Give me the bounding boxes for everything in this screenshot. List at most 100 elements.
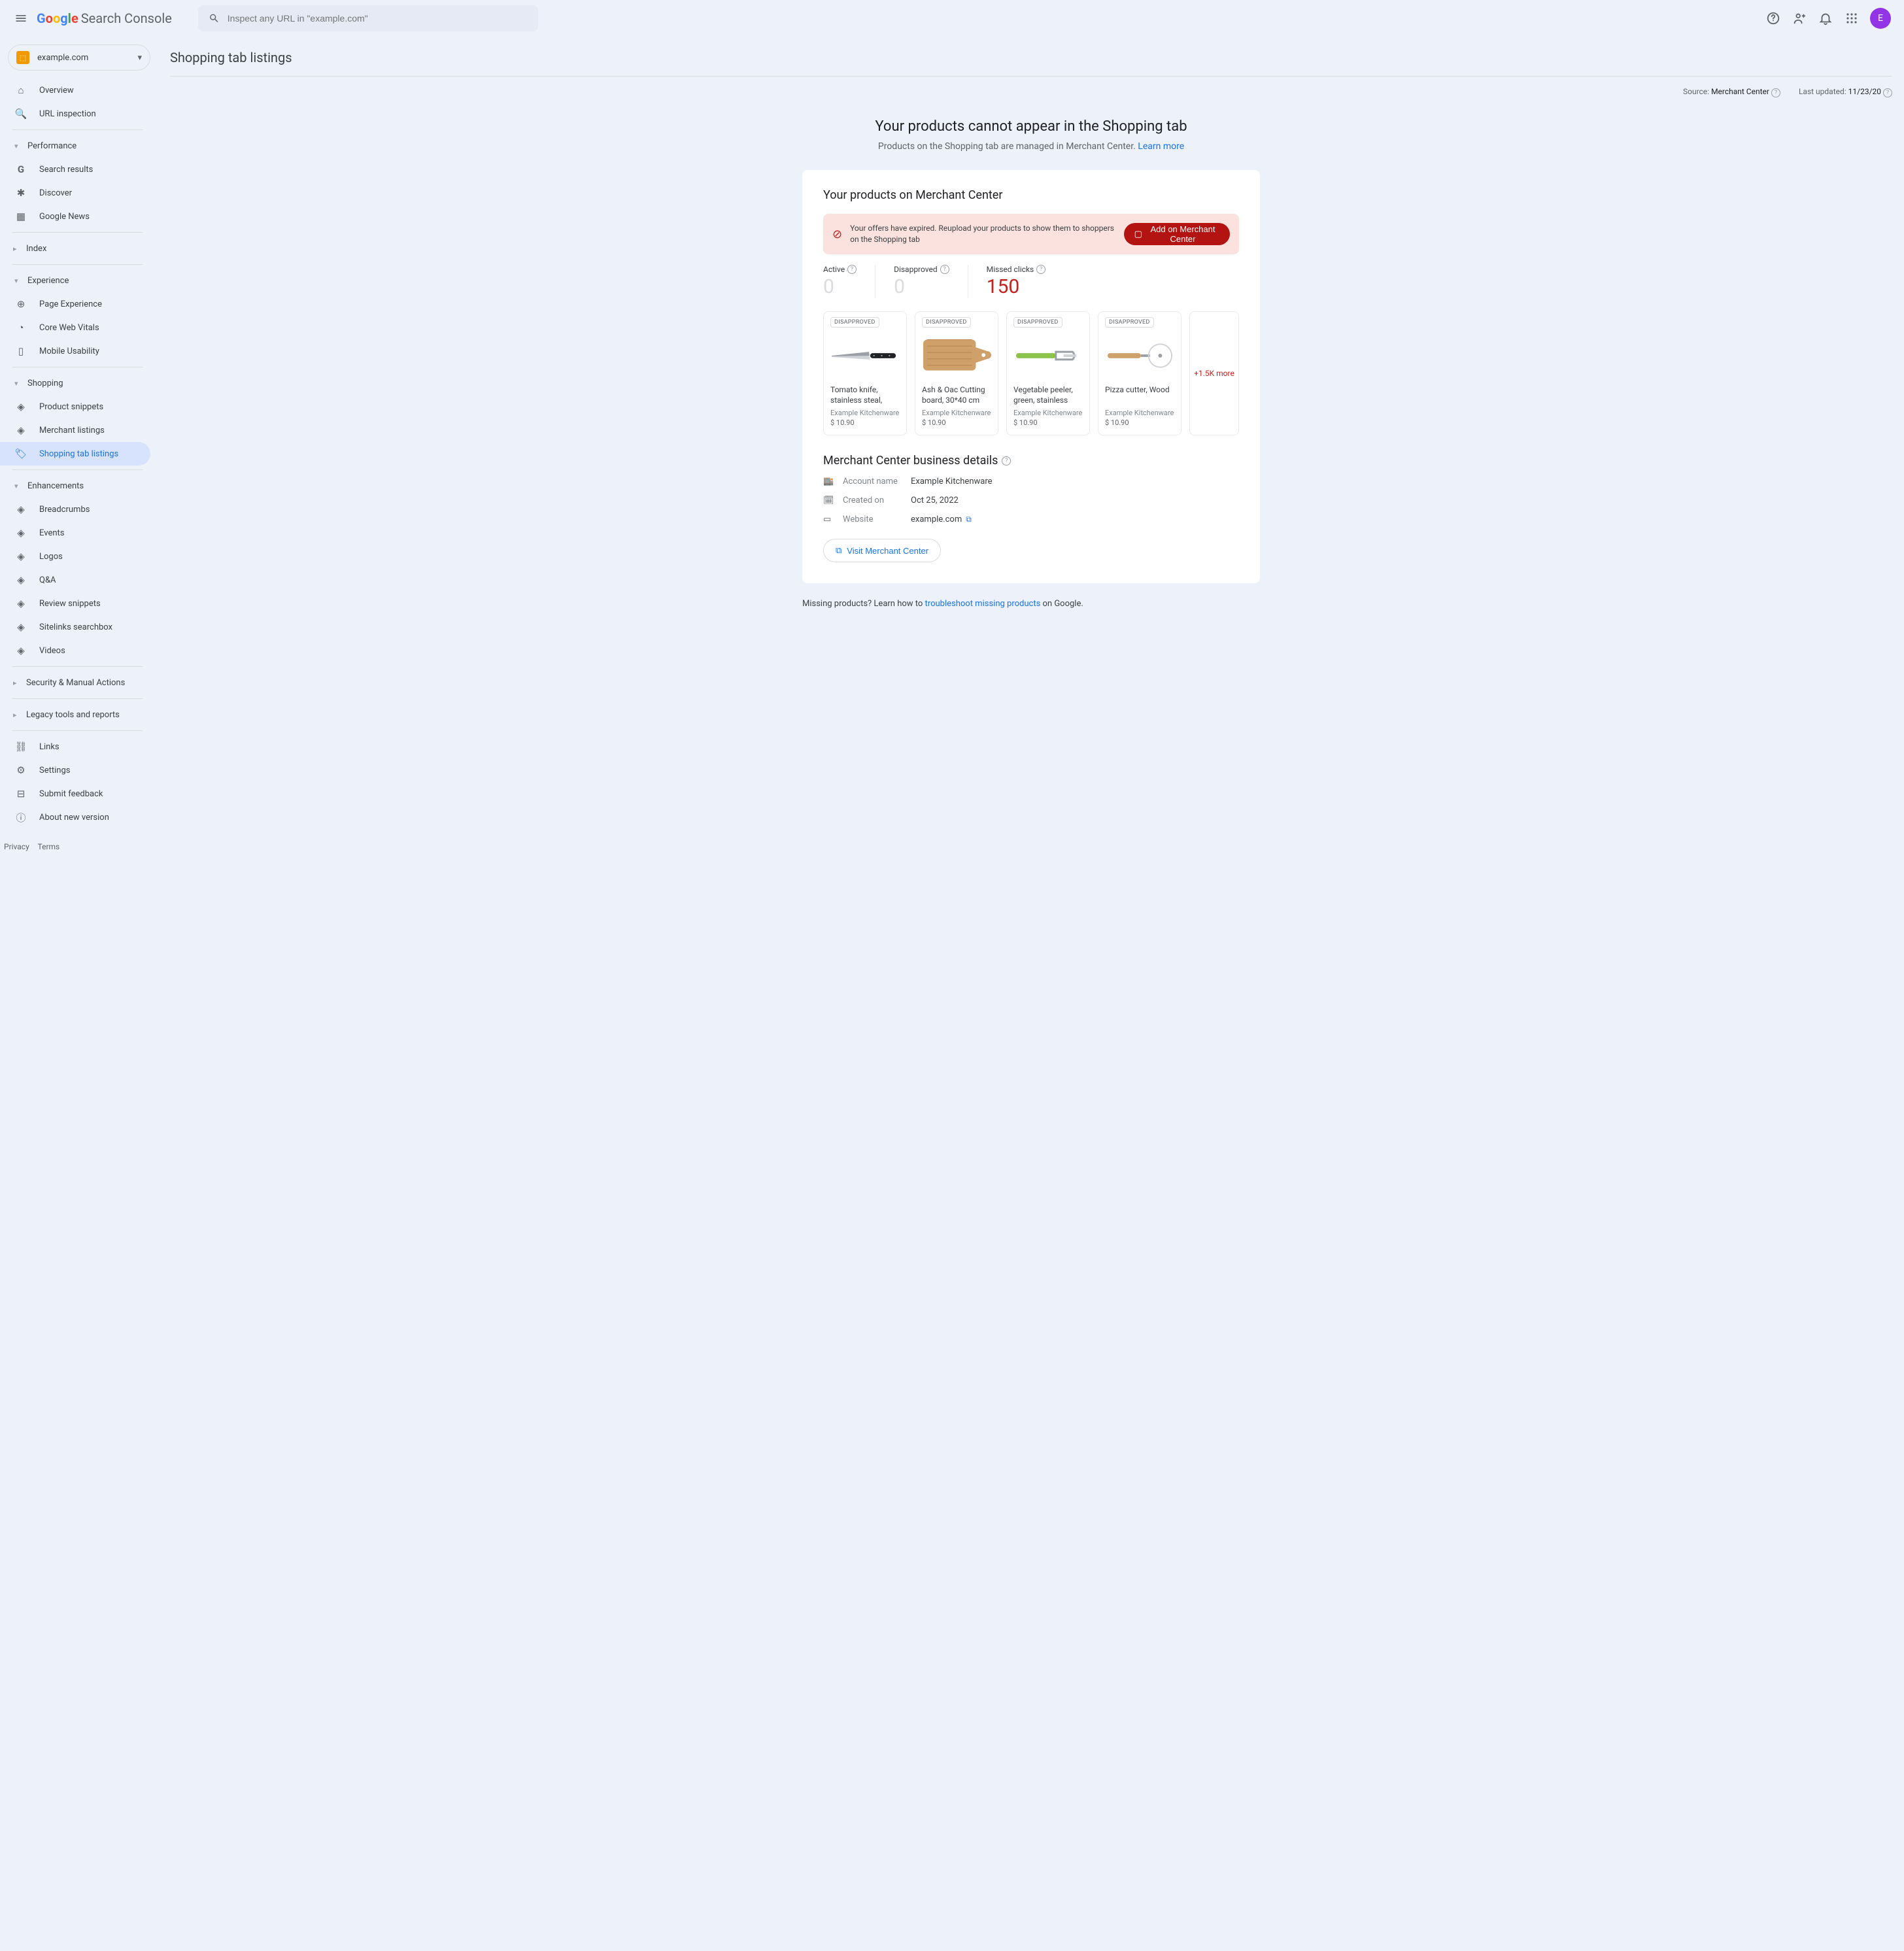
nav-group-performance[interactable]: ▾Performance [0, 134, 158, 158]
feedback-icon: ⊟ [14, 788, 27, 800]
open-external-icon: ⧉ [836, 545, 842, 556]
hero-subtitle: Products on the Shopping tab are managed… [878, 141, 1138, 152]
apps-button[interactable] [1844, 10, 1860, 26]
nav-product-snippets[interactable]: ◈Product snippets [0, 395, 150, 418]
business-details-heading: Merchant Center business details ? [823, 454, 1239, 467]
account-avatar[interactable]: E [1870, 8, 1891, 29]
chevron-right-icon: ▸ [13, 711, 22, 719]
knife-icon [830, 348, 900, 364]
product-image [1105, 330, 1174, 381]
plus-circle-icon: ⊕ [14, 298, 27, 310]
nav-submit-feedback[interactable]: ⊟Submit feedback [0, 782, 150, 806]
speed-icon: ◔ [14, 322, 27, 333]
status-badge: DISAPPROVED [830, 317, 879, 328]
status-badge: DISAPPROVED [1105, 317, 1154, 328]
product-image [1013, 330, 1083, 381]
users-button[interactable] [1792, 10, 1807, 26]
product-card[interactable]: DISAPPROVED Tomato knife, stainless stea… [823, 311, 907, 435]
product-card[interactable]: DISAPPROVED Pizza cutter, Wood Example K… [1098, 311, 1182, 435]
nav-settings[interactable]: ⚙Settings [0, 758, 150, 782]
layers-icon: ◈ [14, 424, 27, 436]
nav-qa[interactable]: ◈Q&A [0, 568, 150, 592]
help-circle-icon [1766, 11, 1780, 25]
learn-more-link[interactable]: Learn more [1138, 141, 1184, 152]
stat-active-value: 0 [823, 275, 857, 298]
notifications-button[interactable] [1818, 10, 1833, 26]
nav-group-shopping[interactable]: ▾Shopping [0, 371, 158, 395]
stat-missed-clicks: Missed clicks ? 150 [968, 265, 1064, 298]
nav-shopping-tab-listings[interactable]: 🏷Shopping tab listings [0, 442, 150, 466]
web-icon: ▭ [823, 515, 835, 524]
chevron-down-icon: ▾ [14, 277, 24, 285]
nav-about-new-version[interactable]: ⓘAbout new version [0, 806, 150, 829]
nav-merchant-listings[interactable]: ◈Merchant listings [0, 418, 150, 442]
help-button[interactable] [1765, 10, 1781, 26]
terms-link[interactable]: Terms [38, 842, 60, 851]
chevron-down-icon: ▾ [14, 482, 24, 490]
source-info: Source: Merchant Center ? [1683, 87, 1780, 97]
nav-breadcrumbs[interactable]: ◈Breadcrumbs [0, 498, 150, 521]
add-on-merchant-center-button[interactable]: ▢Add on Merchant Center [1124, 223, 1230, 245]
nav-videos[interactable]: ◈Videos [0, 639, 150, 662]
card-title: Your products on Merchant Center [823, 188, 1239, 202]
help-icon[interactable]: ? [940, 265, 949, 274]
troubleshoot-link[interactable]: troubleshoot missing products [925, 599, 1041, 609]
nav-group-experience[interactable]: ▾Experience [0, 269, 158, 292]
more-products-link[interactable]: +1.5K more [1189, 311, 1239, 435]
nav-review-snippets[interactable]: ◈Review snippets [0, 592, 150, 615]
status-badge: DISAPPROVED [1013, 317, 1062, 328]
apps-grid-icon [1846, 12, 1858, 24]
status-hero: Your products cannot appear in the Shopp… [167, 108, 1895, 170]
hero-title: Your products cannot appear in the Shopp… [167, 118, 1895, 135]
product-image [830, 330, 900, 381]
nav-mobile-usability[interactable]: ▯Mobile Usability [0, 339, 150, 363]
open-external-icon: ▢ [1134, 229, 1142, 239]
url-inspection-search[interactable] [198, 5, 538, 31]
help-icon[interactable]: ? [1771, 88, 1780, 97]
gear-icon: ⚙ [14, 764, 27, 776]
nav-group-enhancements[interactable]: ▾Enhancements [0, 474, 158, 498]
open-external-icon: ⧉ [966, 515, 972, 524]
nav-events[interactable]: ◈Events [0, 521, 150, 545]
product-image [922, 330, 991, 381]
home-icon: ⌂ [14, 84, 27, 96]
website-link[interactable]: example.com [911, 515, 962, 524]
nav-group-legacy[interactable]: ▸Legacy tools and reports [0, 703, 158, 726]
nav-url-inspection[interactable]: 🔍URL inspection [0, 102, 150, 126]
cutting-board-icon [922, 334, 991, 377]
nav-google-news[interactable]: ▦Google News [0, 205, 150, 228]
pizza-cutter-icon [1105, 341, 1174, 370]
nav-sitelinks-searchbox[interactable]: ◈Sitelinks searchbox [0, 615, 150, 639]
chevron-down-icon: ▾ [14, 142, 24, 150]
search-input[interactable] [228, 13, 528, 24]
discover-icon: ✱ [14, 187, 27, 199]
layers-icon: ◈ [14, 574, 27, 586]
nav-links[interactable]: ⛓Links [0, 735, 150, 758]
menu-button[interactable] [8, 5, 34, 31]
alert-message: Your offers have expired. Reupload your … [850, 223, 1124, 245]
layers-icon: ◈ [14, 401, 27, 413]
help-icon[interactable]: ? [847, 265, 857, 274]
missing-products-note: Missing products? Learn how to troublesh… [802, 599, 1260, 609]
nav-search-results[interactable]: GSearch results [0, 158, 150, 181]
store-icon: 🏬 [823, 477, 835, 486]
nav-overview[interactable]: ⌂Overview [0, 78, 150, 102]
detail-account-name: 🏬Account nameExample Kitchenware [823, 477, 1239, 486]
news-icon: ▦ [14, 211, 27, 222]
privacy-link[interactable]: Privacy [4, 842, 29, 851]
nav-core-web-vitals[interactable]: ◔Core Web Vitals [0, 316, 150, 339]
nav-group-security[interactable]: ▸Security & Manual Actions [0, 671, 158, 694]
nav-discover[interactable]: ✱Discover [0, 181, 150, 205]
nav-group-index[interactable]: ▸Index [0, 237, 158, 260]
product-card[interactable]: DISAPPROVED Vegetable peeler, green, sta… [1006, 311, 1090, 435]
nav-logos[interactable]: ◈Logos [0, 545, 150, 568]
help-icon[interactable]: ? [1036, 265, 1046, 274]
help-icon[interactable]: ? [1002, 456, 1011, 466]
help-icon[interactable]: ? [1883, 88, 1892, 97]
nav-page-experience[interactable]: ⊕Page Experience [0, 292, 150, 316]
google-icon: G [14, 163, 27, 175]
visit-merchant-center-button[interactable]: ⧉Visit Merchant Center [823, 539, 941, 562]
product-card[interactable]: DISAPPROVED Ash & Oac Cutting board, 30*… [915, 311, 998, 435]
legal-links: Privacy Terms [0, 829, 158, 857]
property-selector[interactable]: ⬚ example.com ▾ [8, 44, 150, 71]
